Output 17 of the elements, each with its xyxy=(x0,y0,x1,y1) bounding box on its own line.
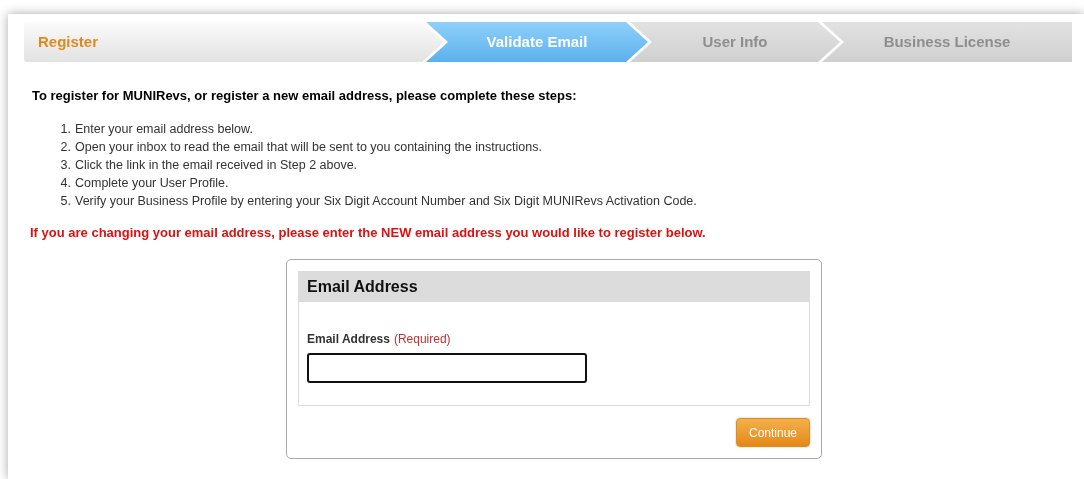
panel-title: Email Address xyxy=(307,277,418,297)
email-input[interactable] xyxy=(307,353,587,383)
required-note: (Required) xyxy=(393,331,451,348)
step-number: 1. xyxy=(59,120,71,138)
intro-text: To register for MUNIRevs, or register a new email address, please complete these steps: xyxy=(32,87,578,105)
instruction-text: Open your inbox to read the email that will be sent to you containing the instructions. xyxy=(75,138,542,156)
field-label: Email Address xyxy=(307,331,390,348)
step-number: 5. xyxy=(59,192,71,210)
instruction-text: Enter your email address below. xyxy=(75,120,253,138)
continue-button[interactable]: Continue xyxy=(736,418,810,447)
instruction-text: Click the link in the email received in Step 2 above. xyxy=(75,156,358,174)
instruction-text: Verify your Business Profile by entering your Six Digit Account Number and Six Digit MUNIRevs Activation Code. xyxy=(75,192,697,210)
instruction-text: Complete your User Profile. xyxy=(75,174,229,192)
step-number: 2. xyxy=(59,138,71,156)
warning-text: If you are changing your email address, please enter the NEW email address you would like to register below. xyxy=(30,223,707,242)
step-number: 4. xyxy=(59,174,71,192)
step-number: 3. xyxy=(59,156,71,174)
